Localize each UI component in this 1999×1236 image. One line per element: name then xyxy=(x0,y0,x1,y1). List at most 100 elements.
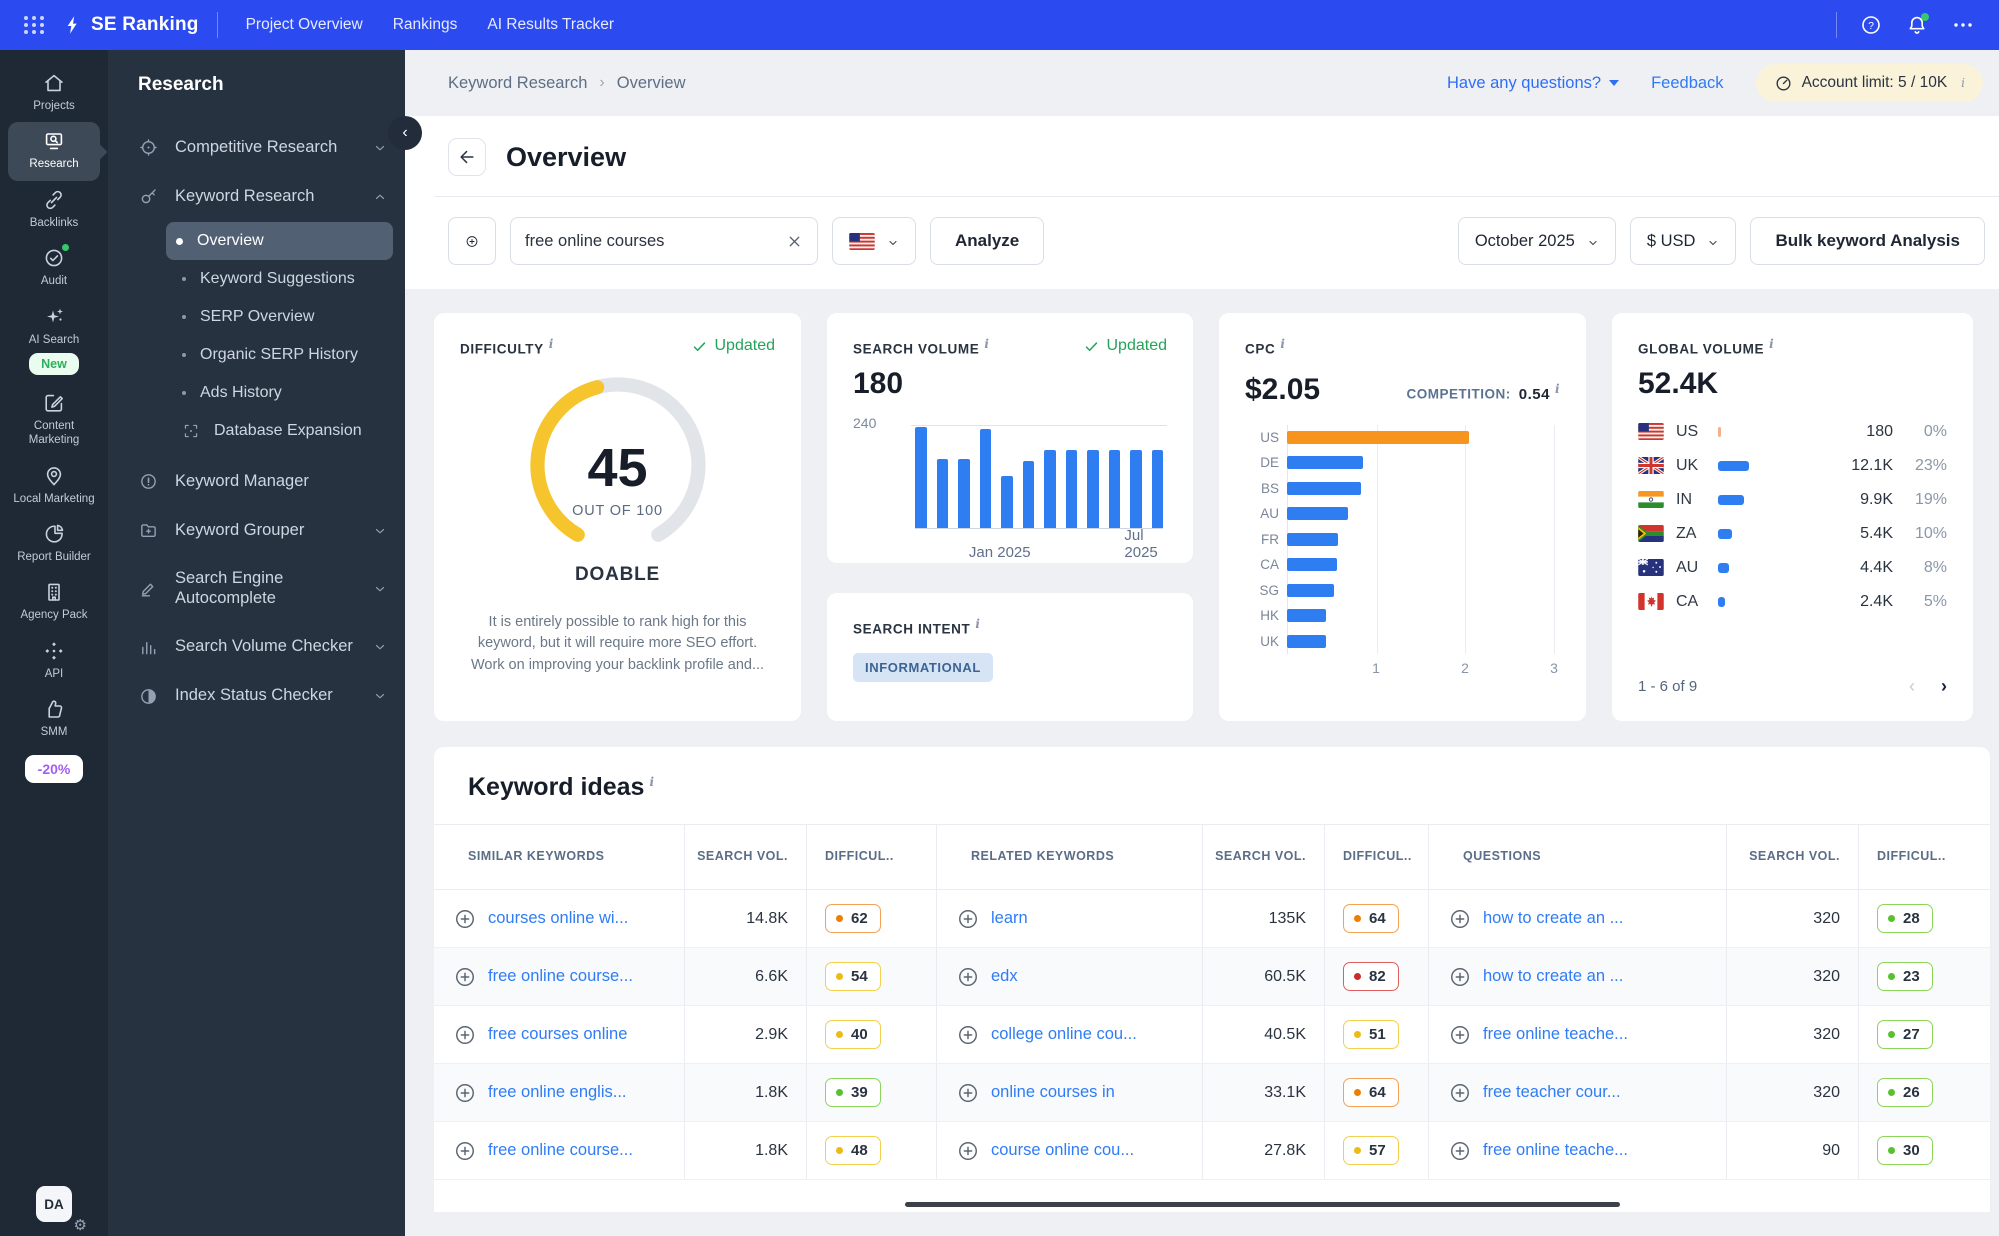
rail-item-research[interactable]: Research xyxy=(8,122,100,181)
period-select[interactable]: October 2025 xyxy=(1457,217,1616,265)
sidebar-item-organic-serp-history[interactable]: Organic SERP History xyxy=(108,336,405,374)
column-header-search-vol[interactable]: SEARCH VOL. xyxy=(684,825,806,889)
column-header-similar-keywords[interactable]: SIMILAR KEYWORDS xyxy=(434,825,684,889)
add-keyword-plus-icon[interactable] xyxy=(957,966,979,988)
bulk-analysis-button[interactable]: Bulk keyword Analysis xyxy=(1750,217,1985,265)
info-icon[interactable]: i xyxy=(1961,76,1965,90)
keyword-input[interactable] xyxy=(525,231,776,251)
column-header-search-vol[interactable]: SEARCH VOL. xyxy=(1202,825,1324,889)
add-keyword-plus-icon[interactable] xyxy=(957,1082,979,1104)
topnav-link-ai-results-tracker[interactable]: AI Results Tracker xyxy=(487,16,614,34)
keyword-link[interactable]: college online cou... xyxy=(991,1025,1137,1044)
keyword-link[interactable]: courses online wi... xyxy=(488,909,628,928)
rail-item-audit[interactable]: Audit xyxy=(8,239,100,297)
brand-logo[interactable]: SE Ranking xyxy=(63,14,199,36)
keyword-link[interactable]: free courses online xyxy=(488,1025,627,1044)
keyword-search-field[interactable] xyxy=(510,217,818,265)
keyword-link[interactable]: free online teache... xyxy=(1483,1025,1628,1044)
keyword-link[interactable]: edx xyxy=(991,967,1018,986)
gear-icon[interactable]: ⚙ xyxy=(74,1216,87,1234)
sidebar-item-search-volume-checker[interactable]: Search Volume Checker xyxy=(108,626,405,669)
rail-item-report-builder[interactable]: Report Builder xyxy=(8,515,100,573)
sidebar-item-index-status-checker[interactable]: Index Status Checker xyxy=(108,675,405,718)
keyword-link[interactable]: course online cou... xyxy=(991,1141,1134,1160)
info-icon[interactable]: i xyxy=(984,337,989,351)
sidebar-item-competitive-research[interactable]: Competitive Research xyxy=(108,126,405,169)
keyword-link[interactable]: how to create an ... xyxy=(1483,967,1623,986)
sidebar-item-keyword-suggestions[interactable]: Keyword Suggestions xyxy=(108,260,405,298)
breadcrumb-keyword-research[interactable]: Keyword Research xyxy=(448,74,587,93)
add-keyword-plus-icon[interactable] xyxy=(454,908,476,930)
prev-page-icon[interactable]: ‹ xyxy=(1909,676,1915,697)
add-keyword-plus-icon[interactable] xyxy=(454,1024,476,1046)
add-keyword-plus-icon[interactable] xyxy=(1449,1082,1471,1104)
rail-item-local-marketing[interactable]: Local Marketing xyxy=(8,457,100,515)
sidebar-item-serp-overview[interactable]: SERP Overview xyxy=(108,298,405,336)
rail-item-api[interactable]: API xyxy=(8,632,100,690)
topnav-link-project-overview[interactable]: Project Overview xyxy=(246,16,363,34)
info-icon[interactable]: i xyxy=(549,337,554,351)
have-questions-dropdown[interactable]: Have any questions? xyxy=(1447,74,1620,93)
country-select[interactable] xyxy=(832,217,916,265)
feedback-link[interactable]: Feedback xyxy=(1651,74,1723,93)
keyword-link[interactable]: free online englis... xyxy=(488,1083,627,1102)
add-keyword-plus-icon[interactable] xyxy=(1449,1140,1471,1162)
keyword-link[interactable]: online courses in xyxy=(991,1083,1115,1102)
analyze-button[interactable]: Analyze xyxy=(930,217,1045,265)
info-icon[interactable]: i xyxy=(975,617,980,631)
currency-select[interactable]: $ USD xyxy=(1629,217,1737,265)
apps-grid-icon[interactable] xyxy=(24,16,45,34)
keyword-link[interactable]: free teacher cour... xyxy=(1483,1083,1621,1102)
column-header-related-keywords[interactable]: RELATED KEYWORDS xyxy=(936,825,1202,889)
discount-badge[interactable]: -20% xyxy=(24,754,84,783)
sidebar-item-database-expansion[interactable]: Database Expansion xyxy=(108,412,405,450)
info-icon[interactable]: i xyxy=(1769,337,1774,351)
next-page-icon[interactable]: › xyxy=(1941,676,1947,697)
add-keyword-plus-icon[interactable] xyxy=(454,1082,476,1104)
breadcrumb-overview[interactable]: Overview xyxy=(617,74,686,93)
add-keyword-plus-icon[interactable] xyxy=(1449,966,1471,988)
topnav-link-rankings[interactable]: Rankings xyxy=(393,16,458,34)
info-icon[interactable]: i xyxy=(1555,382,1560,396)
info-icon[interactable]: i xyxy=(1280,337,1285,351)
sidebar-item-ads-history[interactable]: Ads History xyxy=(108,374,405,412)
more-options-icon[interactable] xyxy=(1951,13,1975,37)
clear-input-icon[interactable] xyxy=(786,233,803,250)
keyword-link[interactable]: free online course... xyxy=(488,967,633,986)
sidebar-collapse-button[interactable]: ‹ xyxy=(388,116,422,150)
add-keyword-plus-icon[interactable] xyxy=(454,1140,476,1162)
rail-item-backlinks[interactable]: Backlinks xyxy=(8,181,100,239)
rail-item-ai-search[interactable]: AI Search New xyxy=(8,298,100,384)
add-keyword-plus-icon[interactable] xyxy=(957,908,979,930)
column-header-difficulty[interactable]: DIFFICUL.. xyxy=(1858,825,1990,889)
notifications-bell-icon[interactable] xyxy=(1905,13,1929,37)
rail-item-smm[interactable]: SMM xyxy=(8,690,100,748)
keyword-link[interactable]: how to create an ... xyxy=(1483,909,1623,928)
add-keyword-plus-icon[interactable] xyxy=(1449,1024,1471,1046)
keyword-link[interactable]: learn xyxy=(991,909,1028,928)
sidebar-item-overview[interactable]: Overview xyxy=(166,222,393,260)
add-keyword-plus-icon[interactable] xyxy=(957,1024,979,1046)
back-button[interactable] xyxy=(448,138,486,176)
info-icon[interactable]: i xyxy=(649,775,654,789)
add-keyword-plus-icon[interactable] xyxy=(957,1140,979,1162)
rail-item-projects[interactable]: Projects xyxy=(8,64,100,122)
column-header-search-vol[interactable]: SEARCH VOL. xyxy=(1726,825,1858,889)
column-header-difficulty[interactable]: DIFFICUL.. xyxy=(806,825,936,889)
add-keyword-plus-icon[interactable] xyxy=(1449,908,1471,930)
user-avatar[interactable]: DA xyxy=(36,1186,72,1222)
keyword-link[interactable]: free online teache... xyxy=(1483,1141,1628,1160)
column-header-difficulty[interactable]: DIFFICUL.. xyxy=(1324,825,1428,889)
add-keyword-button[interactable] xyxy=(448,217,496,265)
sidebar-item-search-engine-autocomplete[interactable]: Search Engine Autocomplete xyxy=(108,558,405,620)
sidebar-item-keyword-manager[interactable]: Keyword Manager xyxy=(108,460,405,503)
column-header-questions[interactable]: QUESTIONS xyxy=(1428,825,1726,889)
add-keyword-plus-icon[interactable] xyxy=(454,966,476,988)
account-limit-badge[interactable]: Account limit: 5 / 10K i xyxy=(1755,64,1983,102)
keyword-link[interactable]: free online course... xyxy=(488,1141,633,1160)
rail-item-content-marketing[interactable]: Content Marketing xyxy=(8,384,100,457)
horizontal-scrollbar[interactable] xyxy=(905,1202,1620,1207)
sidebar-item-keyword-grouper[interactable]: Keyword Grouper xyxy=(108,509,405,552)
rail-item-agency-pack[interactable]: Agency Pack xyxy=(8,573,100,631)
sidebar-item-keyword-research[interactable]: Keyword Research xyxy=(108,175,405,218)
